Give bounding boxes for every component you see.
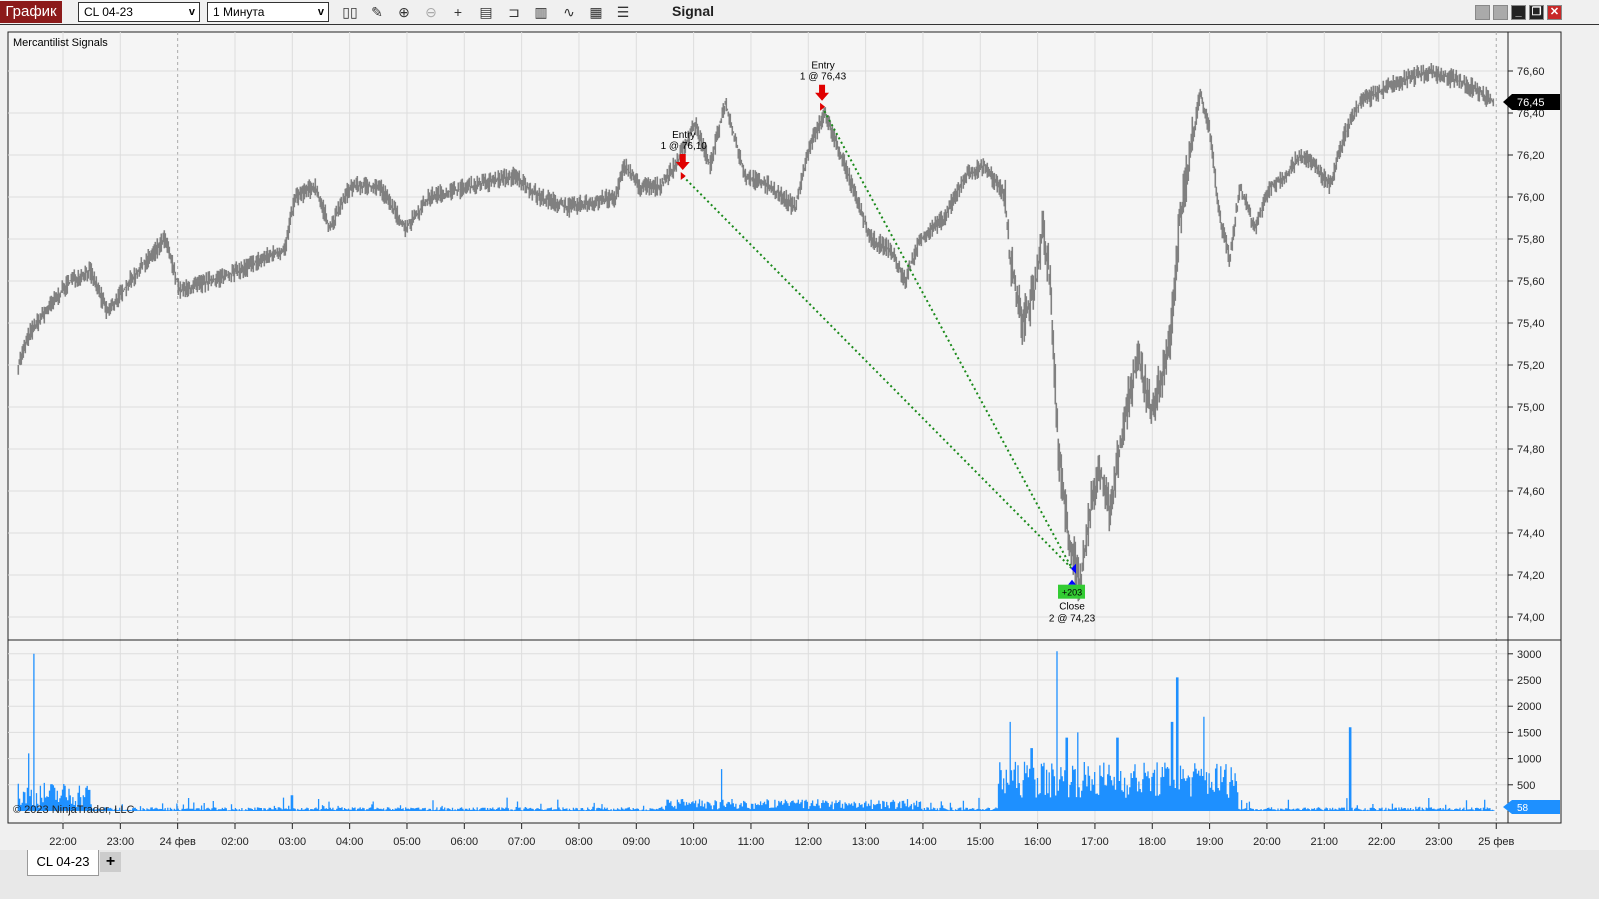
x-tick-label: 08:00 xyxy=(565,836,593,848)
pencil-icon[interactable]: ✎ xyxy=(367,3,387,21)
x-tick-label: 17:00 xyxy=(1081,836,1109,848)
profit-text: +203 xyxy=(1062,588,1082,598)
x-tick-label: 23:00 xyxy=(1425,836,1453,848)
crosshair-icon[interactable]: + xyxy=(448,3,468,21)
strategies-icon[interactable]: ∿ xyxy=(559,3,579,21)
price-tick-label: 76,60 xyxy=(1517,66,1545,78)
last-price-marker: 76,45 xyxy=(1503,94,1560,110)
chart-menu-button[interactable]: График xyxy=(0,1,62,23)
tab-bar: CL 04-23 + xyxy=(0,850,1599,899)
price-tick-label: 75,40 xyxy=(1517,318,1545,330)
volume-tick-label: 1000 xyxy=(1517,754,1541,766)
minimize-icon[interactable]: _ xyxy=(1511,5,1526,20)
price-tick-label: 74,00 xyxy=(1517,612,1545,624)
price-tick-label: 74,40 xyxy=(1517,528,1545,540)
tab-cl-04-23[interactable]: CL 04-23 xyxy=(27,850,99,876)
trade-label: Entry xyxy=(672,130,695,141)
x-tick-label: 19:00 xyxy=(1196,836,1224,848)
x-tick-label: 11:00 xyxy=(738,836,765,848)
interval-select[interactable]: 1 Минута v xyxy=(207,2,329,22)
x-tick-label: 02:00 xyxy=(221,836,249,848)
x-tick-label: 22:00 xyxy=(49,836,77,848)
trade-label: Close xyxy=(1059,602,1085,613)
trade-detail: 2 @ 74,23 xyxy=(1049,614,1096,625)
instrument-select[interactable]: CL 04-23 v xyxy=(78,2,200,22)
chevron-down-icon: v xyxy=(188,6,195,18)
copyright-text: © 2023 NinjaTrader, LLC xyxy=(13,804,134,816)
chart-area[interactable]: Entry1 @ 76,10Entry1 @ 76,43+203Close2 @… xyxy=(0,25,1599,850)
x-tick-label: 10:00 xyxy=(680,836,708,848)
x-tick-label: 15:00 xyxy=(967,836,995,848)
x-tick-label: 04:00 xyxy=(336,836,364,848)
price-tick-label: 74,80 xyxy=(1517,444,1545,456)
bar-type-icon[interactable]: ▯▯ xyxy=(340,3,360,21)
price-tick-label: 75,80 xyxy=(1517,234,1545,246)
x-tick-label: 03:00 xyxy=(279,836,307,848)
maximize-icon[interactable]: ❐ xyxy=(1529,5,1544,20)
x-tick-label: 25 фев xyxy=(1478,836,1514,848)
zoom-in-icon[interactable]: ⊕ xyxy=(394,3,414,21)
chart-frame xyxy=(7,31,1562,824)
add-tab-button[interactable]: + xyxy=(100,852,121,872)
indicator-label: Mercantilist Signals xyxy=(13,37,108,49)
chevron-down-icon: v xyxy=(317,6,324,18)
zoom-out-icon[interactable]: ⊖ xyxy=(421,3,441,21)
x-tick-label: 23:00 xyxy=(107,836,135,848)
price-tick-label: 74,20 xyxy=(1517,570,1545,582)
volume-tick-label: 500 xyxy=(1517,780,1535,792)
data-box-icon[interactable]: ▤ xyxy=(476,3,496,21)
window-title: Signal xyxy=(672,3,715,19)
x-tick-label: 24 фев xyxy=(160,836,196,848)
list-icon[interactable]: ☰ xyxy=(613,3,633,21)
x-tick-label: 21:00 xyxy=(1310,836,1338,848)
hotkeys-icon[interactable]: ⊐ xyxy=(504,3,524,21)
x-tick-label: 13:00 xyxy=(852,836,880,848)
instrument-value: CL 04-23 xyxy=(84,5,133,19)
volume-tick-label: 1500 xyxy=(1517,727,1541,739)
x-tick-label: 14:00 xyxy=(909,836,937,848)
price-tick-label: 75,20 xyxy=(1517,360,1545,372)
x-tick-label: 06:00 xyxy=(451,836,479,848)
last-volume-label: 58 xyxy=(1517,803,1529,814)
last-price-label: 76,45 xyxy=(1517,97,1545,109)
price-tick-label: 75,60 xyxy=(1517,276,1545,288)
interval-value: 1 Минута xyxy=(213,5,265,19)
chart-toolbar: График CL 04-23 v 1 Минута v ▯▯ ✎ ⊕ ⊖ + ▤ … xyxy=(0,0,1599,25)
price-tick-label: 74,60 xyxy=(1517,486,1545,498)
volume-tick-label: 2000 xyxy=(1517,701,1541,713)
x-tick-label: 09:00 xyxy=(623,836,651,848)
close-icon[interactable]: ✕ xyxy=(1547,5,1562,20)
x-tick-label: 20:00 xyxy=(1253,836,1281,848)
window-restore-button[interactable] xyxy=(1493,5,1508,20)
last-volume-marker: 58 xyxy=(1503,800,1560,814)
x-tick-label: 05:00 xyxy=(393,836,421,848)
window-restore-button[interactable] xyxy=(1475,5,1490,20)
x-tick-label: 16:00 xyxy=(1024,836,1052,848)
x-tick-label: 12:00 xyxy=(795,836,823,848)
price-tick-label: 76,00 xyxy=(1517,192,1545,204)
x-tick-label: 18:00 xyxy=(1139,836,1167,848)
trade-label: Entry xyxy=(811,61,834,72)
trade-detail: 1 @ 76,10 xyxy=(661,141,708,152)
indicators-icon[interactable]: ▥ xyxy=(531,3,551,21)
trade-detail: 1 @ 76,43 xyxy=(800,72,847,83)
price-tick-label: 76,20 xyxy=(1517,150,1545,162)
properties-icon[interactable]: ▦ xyxy=(586,3,606,21)
volume-tick-label: 3000 xyxy=(1517,649,1541,661)
x-tick-label: 22:00 xyxy=(1368,836,1396,848)
x-tick-label: 07:00 xyxy=(508,836,536,848)
price-tick-label: 75,00 xyxy=(1517,402,1545,414)
volume-tick-label: 2500 xyxy=(1517,675,1541,687)
